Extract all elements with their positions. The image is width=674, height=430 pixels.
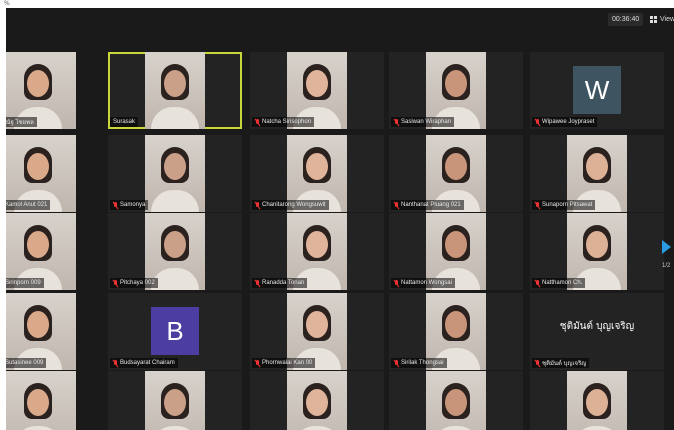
participant-name-label: Sirilak Thongsai <box>391 358 447 368</box>
participant-name: Nanthanat Pluang 021 <box>401 202 461 208</box>
participant-tile[interactable]: B Budsayarat Chairam <box>108 293 242 370</box>
participant-tile[interactable] <box>250 371 384 430</box>
participant-tile[interactable]: Sasiwan Wiraphan <box>389 52 523 129</box>
participant-name: Natcha Sirisophon <box>262 119 312 125</box>
meeting-timer: 00:36:40 <box>608 13 644 26</box>
participant-tile[interactable] <box>108 371 242 430</box>
participant-tile[interactable]: Sunaporn Pitsawat <box>530 135 664 212</box>
top-toolbar: 00:36:40 View <box>6 8 674 30</box>
participant-name: Phornwalai Kan 00 <box>262 360 313 366</box>
participant-name-label: Nanthanat Pluang 021 <box>391 200 464 210</box>
participant-tile[interactable]: Ranadda Tonan <box>250 213 384 290</box>
participant-name-label: Ranadda Tonan <box>252 278 308 288</box>
participant-name: Nattamon Wongsai <box>401 280 452 286</box>
participant-tile[interactable] <box>389 371 523 430</box>
participant-video <box>6 371 76 430</box>
participant-tile[interactable] <box>6 371 76 430</box>
mic-muted-icon <box>255 359 260 367</box>
participant-name-label: Phornwalai Kan 00 <box>252 358 316 368</box>
mic-muted-icon <box>113 201 118 209</box>
participant-name-label: Chanitarong Wongsuwit <box>252 200 329 210</box>
participant-name: Budsayarat Chairam <box>120 360 175 366</box>
participant-video <box>567 371 627 430</box>
participant-name: Sutasinee 009 <box>6 360 44 366</box>
participant-tile[interactable]: ชุติมันต์ บุญเจริญ ชุติมันต์ บุญเจริญ <box>530 293 664 370</box>
participant-name: Sasiwan Wiraphan <box>401 119 452 125</box>
mic-muted-icon <box>394 279 399 287</box>
participant-name-label: Sunaporn Pitsawat <box>532 200 596 210</box>
mic-muted-icon <box>255 118 260 126</box>
participant-name: Wipawee Joypraset <box>542 119 595 125</box>
participant-name: ณัฐ ไชยพล <box>6 120 34 126</box>
participant-tile[interactable]: Nanthanat Pluang 021 <box>389 135 523 212</box>
mic-muted-icon <box>535 118 540 126</box>
participant-avatar: W <box>573 66 621 114</box>
participant-name: Sirilak Thongsai <box>401 360 444 366</box>
participant-video <box>145 135 205 212</box>
mic-muted-icon <box>535 359 540 367</box>
participant-tile[interactable]: Phornwalai Kan 00 <box>250 293 384 370</box>
participant-video <box>426 371 486 430</box>
participant-name-label: Wipawee Joypraset <box>532 117 598 127</box>
participant-tile[interactable]: W Wipawee Joypraset <box>530 52 664 129</box>
mic-muted-icon <box>255 201 260 209</box>
grid-view-icon <box>650 15 658 24</box>
participant-tile[interactable]: Samonya <box>108 135 242 212</box>
participant-name-label: Kamol Anut 021 <box>6 200 51 210</box>
participant-name: ชุติมันต์ บุญเจริญ <box>542 361 587 367</box>
participant-tile[interactable]: Kamol Anut 021 <box>6 135 76 212</box>
participant-name: Sunaporn Pitsawat <box>542 202 593 208</box>
view-button-label: View <box>660 16 674 23</box>
participant-tile[interactable]: Chanitarong Wongsuwit <box>250 135 384 212</box>
participant-name-label: Nattamon Wongsai <box>391 278 455 288</box>
view-button[interactable]: View <box>650 13 674 26</box>
participant-name: Chanitarong Wongsuwit <box>262 202 326 208</box>
participant-name-label: Sutasinee 009 <box>6 358 47 368</box>
participant-name: Surasak <box>113 119 136 125</box>
participant-video <box>287 371 347 430</box>
participant-name: Kamol Anut 021 <box>6 202 48 208</box>
participant-tile[interactable]: Sutasinee 009 <box>6 293 76 370</box>
next-page-arrow-icon[interactable] <box>662 240 671 254</box>
participant-tile[interactable]: Sirinporn 009 <box>6 213 76 290</box>
participant-name: Ranadda Tonan <box>262 280 305 286</box>
participant-name-label: Sirinporn 009 <box>6 278 44 288</box>
participant-tile[interactable]: Surasak <box>108 52 242 129</box>
participant-avatar: B <box>151 307 199 355</box>
participant-name-label: Pitchaya 002 <box>110 278 158 288</box>
participant-name: Samonya <box>120 202 146 208</box>
mic-muted-icon <box>113 359 118 367</box>
corner-mark: % <box>4 0 10 7</box>
mic-muted-icon <box>535 279 540 287</box>
mic-muted-icon <box>113 279 118 287</box>
participant-display-name: ชุติมันต์ บุญเจริญ <box>559 321 635 332</box>
meeting-window: 00:36:40 View ณัฐ ไชยพล Surasak Natcha Sir… <box>6 8 674 430</box>
mic-muted-icon <box>394 201 399 209</box>
participant-tile[interactable]: Pitchaya 002 <box>108 213 242 290</box>
participant-tile[interactable] <box>530 371 664 430</box>
participant-name: Pitchaya 002 <box>120 280 155 286</box>
mic-muted-icon <box>394 118 399 126</box>
participant-name: Natthamon Ch. <box>542 280 583 286</box>
participant-name-label: Sasiwan Wiraphan <box>391 117 455 127</box>
participant-tile[interactable]: Nattamon Wongsai <box>389 213 523 290</box>
participant-tile[interactable]: Natthamon Ch. <box>530 213 664 290</box>
participant-video <box>145 52 205 129</box>
participant-name-label: Samonya <box>110 200 149 210</box>
participant-name-label: ณัฐ ไชยพล <box>6 117 37 127</box>
participant-name-label: Natthamon Ch. <box>532 278 586 288</box>
participant-tile[interactable]: Sirilak Thongsai <box>389 293 523 370</box>
participant-name-label: Budsayarat Chairam <box>110 358 178 368</box>
page-indicator: 1/2 <box>662 263 671 269</box>
mic-muted-icon <box>394 359 399 367</box>
participant-video <box>145 371 205 430</box>
participant-name-label: ชุติมันต์ บุญเจริญ <box>532 358 590 368</box>
mic-muted-icon <box>255 279 260 287</box>
participant-tile[interactable]: ณัฐ ไชยพล <box>6 52 76 129</box>
participant-name-label: Natcha Sirisophon <box>252 117 315 127</box>
participant-name-label: Surasak <box>110 117 139 127</box>
participant-name: Sirinporn 009 <box>6 280 41 286</box>
participant-tile[interactable]: Natcha Sirisophon <box>250 52 384 129</box>
mic-muted-icon <box>535 201 540 209</box>
